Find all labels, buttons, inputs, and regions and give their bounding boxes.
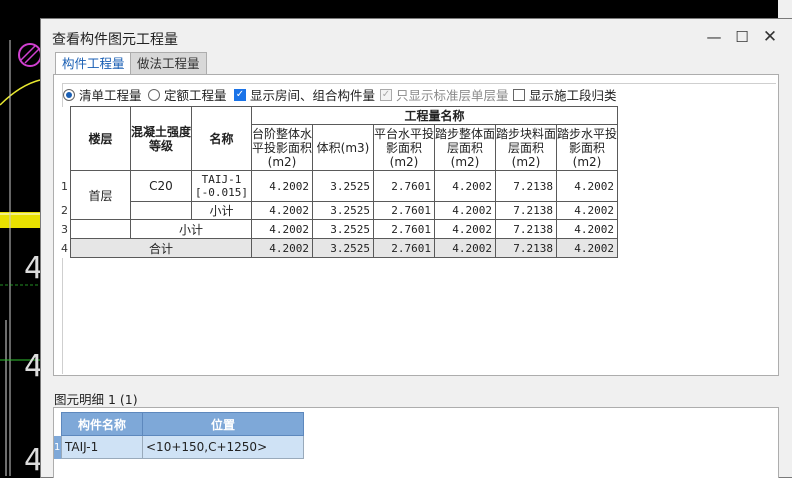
cell-value: 4.2002 [434,201,496,220]
cell-subtotal-label: 小计 [130,219,252,239]
header-name: 名称 [191,106,252,171]
cell-value: 4.2002 [251,170,313,202]
row-number: 1 [54,435,62,459]
cell-position: <10+150,C+1250> [142,435,304,459]
cell-floor: 首层 [70,170,131,220]
header-component-name: 构件名称 [61,412,143,436]
cell-grade: C20 [130,170,192,202]
radio-checked-icon [63,88,75,101]
checkmark-icon: ✓ [234,88,246,101]
header-quantity-group: 工程量名称 [251,106,618,125]
header-qty: 踏步水平投影面积(m2) [556,124,618,171]
checkbox-unchecked-icon [513,88,525,101]
cell-value: 3.2525 [312,201,374,220]
quantity-table: 楼层 混凝土强度等级 名称 工程量名称 台阶整体水平投影面积(m2) 体积(m3… [61,106,618,258]
radio-unchecked-icon [148,88,160,101]
row-number: 4 [61,238,71,258]
row-number: 1 [61,170,71,202]
cell-value: 7.2138 [495,238,557,258]
cell-value: 4.2002 [556,219,618,239]
cell-value: 4.2002 [251,219,313,239]
cell-value: 2.7601 [373,219,435,239]
table-row[interactable]: 1 首层 C20 TAIJ-1 [-0.015] 4.2002 3.2525 2… [61,170,618,220]
table-row[interactable]: 2 小计 4.2002 3.2525 2.7601 4.2002 7.2138 … [61,201,618,220]
cell-subtotal-label: 小计 [191,201,252,220]
cell-floor-empty [70,219,131,239]
radio-quota-quantity[interactable]: 定额工程量 [148,85,227,104]
cell-value: 7.2138 [495,219,557,239]
minimize-icon[interactable]: — [703,26,725,48]
cell-value: 4.2002 [251,238,313,258]
tab-component-quantity[interactable]: 构件工程量 [55,52,132,75]
cell-value: 4.2002 [251,201,313,220]
row-header-corner [61,106,71,171]
header-floor: 楼层 [70,106,131,171]
row-number: 2 [61,201,71,220]
cell-value: 4.2002 [556,238,618,258]
checkmark-disabled-icon: ✓ [380,88,392,101]
header-qty: 台阶整体水平投影面积(m2) [251,124,313,171]
dialog-title: 查看构件图元工程量 [52,32,178,48]
radio-list-quantity[interactable]: 清单工程量 [63,85,142,104]
header-qty: 踏步块料面层面积(m2) [495,124,557,171]
row-header-corner [54,412,62,436]
table-row[interactable]: 1 TAIJ-1 <10+150,C+1250> [54,435,304,459]
checkbox-show-room[interactable]: ✓ 显示房间、组合构件量 [234,85,375,104]
cell-value: 2.7601 [373,201,435,220]
cell-value: 3.2525 [312,219,374,239]
quantity-dialog: 查看构件图元工程量 — ☐ ✕ 构件工程量 做法工程量 清单工程量 定额工程量 … [40,18,792,478]
radio-list-label: 清单工程量 [79,88,142,103]
close-icon[interactable]: ✕ [759,26,781,48]
detail-label: 图元明细 1 (1) [54,392,138,407]
checkbox-show-room-label: 显示房间、组合构件量 [250,88,376,103]
cell-value: 4.2002 [434,170,496,202]
row-number: 3 [61,219,71,239]
header-qty: 踏步整体面层面积(m2) [434,124,496,171]
radio-quota-label: 定额工程量 [164,88,227,103]
cell-value: 7.2138 [495,201,557,220]
header-concrete-grade: 混凝土强度等级 [130,106,192,171]
header-qty: 平台水平投影面积(m2) [373,124,435,171]
checkbox-standard-floor-label: 只显示标准层单层量 [396,88,509,103]
cell-name: TAIJ-1 [-0.015] [191,170,252,202]
cell-value: 4.2002 [434,219,496,239]
cell-value: 2.7601 [373,238,435,258]
cell-value: 7.2138 [495,170,557,202]
table-row[interactable]: 3 小计 4.2002 3.2525 2.7601 4.2002 7.2138 … [61,219,618,239]
cell-value: 3.2525 [312,238,374,258]
cell-value: 4.2002 [556,170,618,202]
checkbox-construction-section-label: 显示施工段归类 [529,88,617,103]
cell-value: 3.2525 [312,170,374,202]
cell-value: 4.2002 [556,201,618,220]
cell-component-name: TAIJ-1 [61,435,143,459]
header-qty: 体积(m3) [312,124,374,171]
detail-table: 构件名称 位置 1 TAIJ-1 <10+150,C+1250> [54,412,304,459]
checkbox-construction-section[interactable]: 显示施工段归类 [513,85,617,104]
maximize-icon[interactable]: ☐ [731,26,753,48]
table-row[interactable]: 4 合计 4.2002 3.2525 2.7601 4.2002 7.2138 … [61,238,618,258]
cell-grade-empty [130,201,192,220]
tab-method-quantity[interactable]: 做法工程量 [130,52,207,74]
cell-value: 2.7601 [373,170,435,202]
cell-total-label: 合计 [70,238,252,258]
checkbox-standard-floor: ✓ 只显示标准层单层量 [380,85,509,104]
cell-value: 4.2002 [434,238,496,258]
header-position: 位置 [142,412,304,436]
